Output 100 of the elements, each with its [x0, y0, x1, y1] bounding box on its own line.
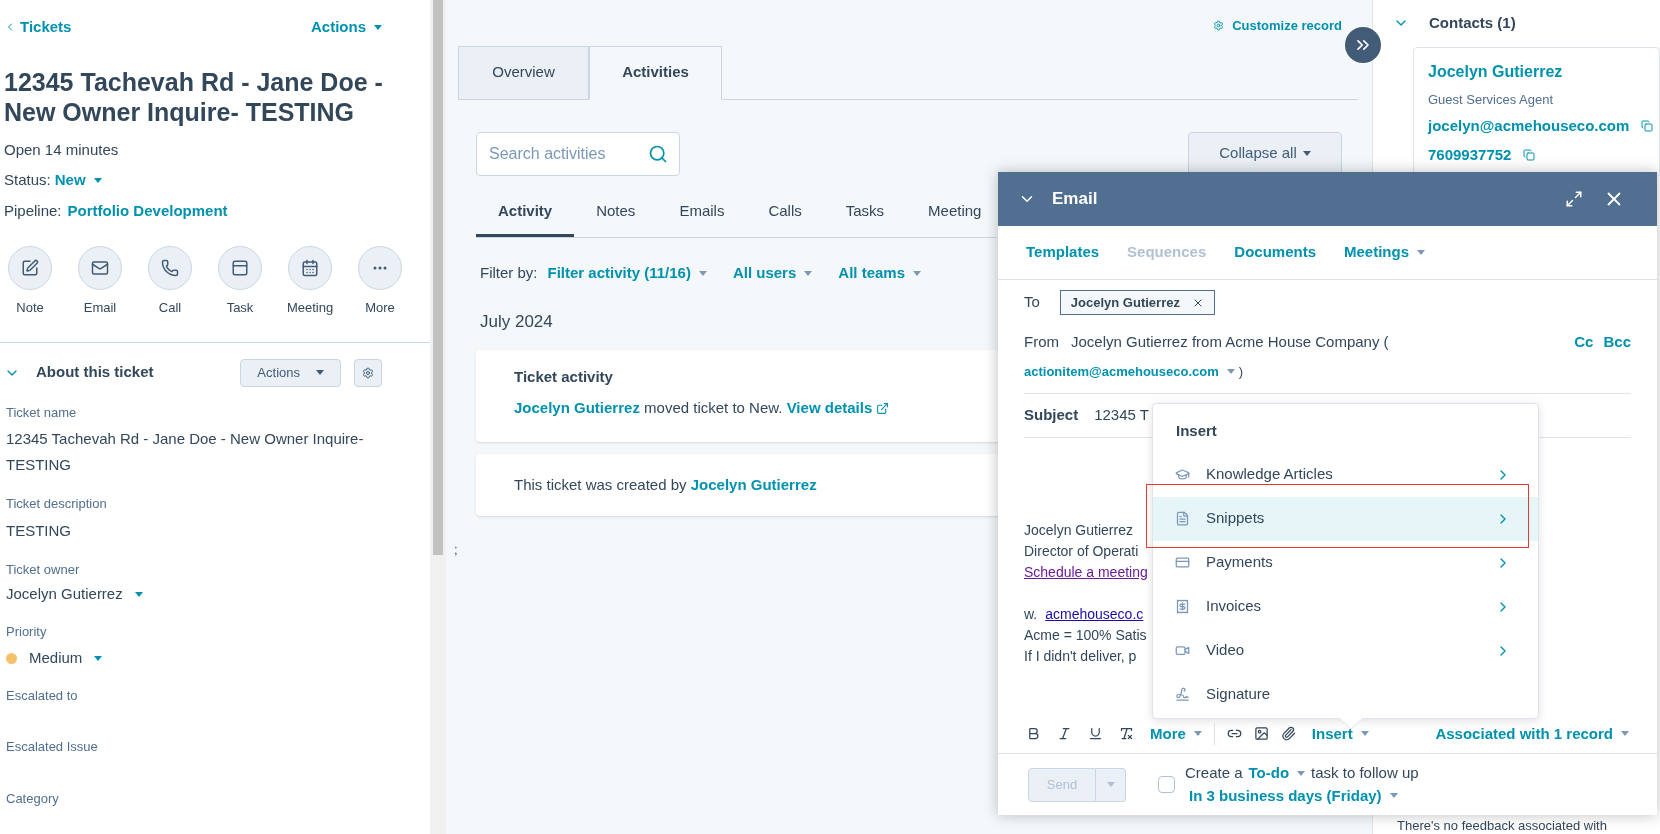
settings-button[interactable]: [354, 358, 382, 387]
contact-phone[interactable]: 7609937752: [1428, 143, 1512, 166]
insert-menu-item[interactable]: Video: [1153, 628, 1538, 673]
pencil-icon: [21, 259, 39, 277]
view-details-link[interactable]: View details: [786, 398, 890, 416]
contact-email[interactable]: jocelyn@acmehouseco.com: [1428, 115, 1630, 138]
activity-tab[interactable]: Emails: [657, 187, 747, 237]
filter-dropdown[interactable]: All users: [732, 262, 813, 285]
insert-menu-item[interactable]: Invoices: [1153, 584, 1538, 629]
task-type-dropdown[interactable]: To-do: [1248, 762, 1306, 785]
copy-icon[interactable]: [1641, 120, 1654, 133]
activity-tab[interactable]: Notes: [574, 187, 658, 237]
caret-icon: [1621, 731, 1629, 737]
field-label: Escalated to: [6, 686, 79, 705]
gear-icon: [1213, 20, 1225, 32]
image-icon[interactable]: [1253, 726, 1269, 742]
field-label: Escalated Issue: [6, 738, 99, 756]
activity-tab[interactable]: Calls: [746, 187, 824, 237]
cc-link[interactable]: Cc: [1574, 331, 1594, 354]
caret-icon: [804, 270, 813, 276]
search-field[interactable]: Search activities: [476, 131, 680, 176]
status-dropdown[interactable]: New: [54, 169, 102, 192]
activity-tab[interactable]: Meeting: [906, 187, 996, 237]
status-label: Status:: [4, 170, 51, 190]
insert-menu-item[interactable]: Signature: [1153, 672, 1538, 717]
scrollbar[interactable]: [430, 0, 446, 834]
email-tool-link[interactable]: Templates: [1026, 241, 1100, 264]
stray-character: ;: [454, 541, 458, 559]
record-tab[interactable]: Activities: [589, 45, 722, 100]
graduation-cap-icon: [1175, 467, 1190, 482]
filter-dropdown[interactable]: All teams: [838, 262, 921, 285]
external-link-icon: [876, 402, 890, 416]
caret-icon: [94, 655, 103, 661]
signature-line: Acme = 100% Satis: [1024, 625, 1147, 645]
signature-icon: [1175, 687, 1190, 702]
filter-dropdown[interactable]: Filter activity (11/16): [547, 262, 707, 285]
bold-icon[interactable]: [1026, 726, 1041, 742]
field-value: 12345 Tachevah Rd - Jane Doe - New Owner Inquire- TESTING: [6, 429, 365, 475]
signature-line: Director of Operati: [1024, 541, 1139, 561]
insert-menu-item[interactable]: Snippets: [1153, 496, 1538, 541]
gear-icon: [362, 366, 374, 379]
actions-button[interactable]: Actions: [240, 358, 341, 387]
caret-icon: [1297, 770, 1306, 776]
caret-icon: [1106, 782, 1115, 787]
more-dropdown[interactable]: More: [1150, 722, 1215, 745]
copy-icon[interactable]: [1523, 148, 1536, 161]
contact-role: Guest Services Agent: [1428, 90, 1554, 109]
followup-checkbox[interactable]: [1158, 776, 1175, 793]
pipeline-link[interactable]: Portfolio Development: [67, 199, 228, 222]
expand-icon[interactable]: [1565, 190, 1583, 208]
caret-icon: [1360, 731, 1369, 737]
underline-icon[interactable]: [1088, 726, 1103, 742]
priority-dropdown[interactable]: Medium: [29, 647, 103, 670]
contact-name[interactable]: Jocelyn Gutierrez: [1428, 59, 1659, 84]
created-description: This ticket was created by Jocelyn Gutierrez: [514, 474, 817, 495]
field-label: Ticket description: [6, 495, 108, 513]
owner-dropdown[interactable]: Jocelyn Gutierrez: [6, 583, 143, 606]
insert-menu-item[interactable]: Payments: [1153, 540, 1538, 585]
field-label: Priority: [6, 622, 48, 641]
to-label: To: [1024, 292, 1040, 313]
meeting-link[interactable]: Schedule a meeting: [1024, 561, 1148, 583]
from-sender: Jocelyn Gutierrez from Acme House Company (: [1071, 332, 1389, 352]
calendar-icon: [301, 259, 319, 277]
contact-link[interactable]: Jocelyn Gutierrez: [514, 398, 640, 416]
activity-tab[interactable]: Activity: [476, 187, 575, 237]
followup-suffix: task to follow up: [1311, 763, 1419, 783]
subject-label: Subject: [1024, 405, 1079, 425]
contact-link[interactable]: Jocelyn Gutierrez: [690, 475, 817, 493]
section-title: About this ticket: [36, 362, 155, 383]
window-icon: [231, 259, 249, 277]
activity-tab[interactable]: Tasks: [823, 187, 907, 237]
associated-dropdown[interactable]: Associated with 1 record: [1435, 722, 1629, 745]
field-label: Ticket owner: [6, 560, 81, 579]
email-tool-link[interactable]: Documents: [1234, 241, 1316, 264]
clear-format-icon[interactable]: [1119, 726, 1134, 742]
email-tool-link[interactable]: Meetings: [1344, 241, 1425, 264]
caret-icon: [134, 591, 143, 597]
menu-title: Insert: [1176, 421, 1218, 441]
customize-record-link[interactable]: Customize record: [1213, 16, 1342, 36]
caret-icon: [374, 24, 382, 30]
due-date-dropdown[interactable]: In 3 business days (Friday): [1189, 784, 1398, 807]
document-icon: [1175, 511, 1190, 526]
signature-line: Jocelyn Gutierrez: [1024, 520, 1133, 540]
insert-menu-item[interactable]: Knowledge Articles: [1153, 452, 1538, 497]
paperclip-icon[interactable]: [1280, 726, 1296, 742]
from-label: From: [1024, 332, 1059, 352]
recipient-chip[interactable]: Jocelyn Gutierrez: [1059, 290, 1215, 315]
website-link[interactable]: acmehouseco.c: [1045, 603, 1144, 625]
field-label: Ticket name: [6, 403, 78, 422]
bcc-link[interactable]: Bcc: [1603, 331, 1631, 354]
insert-dropdown[interactable]: Insert: [1311, 722, 1369, 745]
caret-icon: [93, 177, 102, 183]
italic-icon[interactable]: [1057, 726, 1072, 742]
card-title: Ticket activity: [514, 367, 613, 387]
record-tab[interactable]: Overview: [458, 45, 589, 100]
search-icon[interactable]: [648, 143, 668, 164]
actions-dropdown[interactable]: Actions: [311, 16, 382, 39]
from-address-dropdown[interactable]: actionitem@acmehouseco.com: [1024, 361, 1235, 381]
back-link[interactable]: Tickets: [4, 16, 72, 39]
open-duration: Open 14 minutes: [3, 139, 120, 160]
